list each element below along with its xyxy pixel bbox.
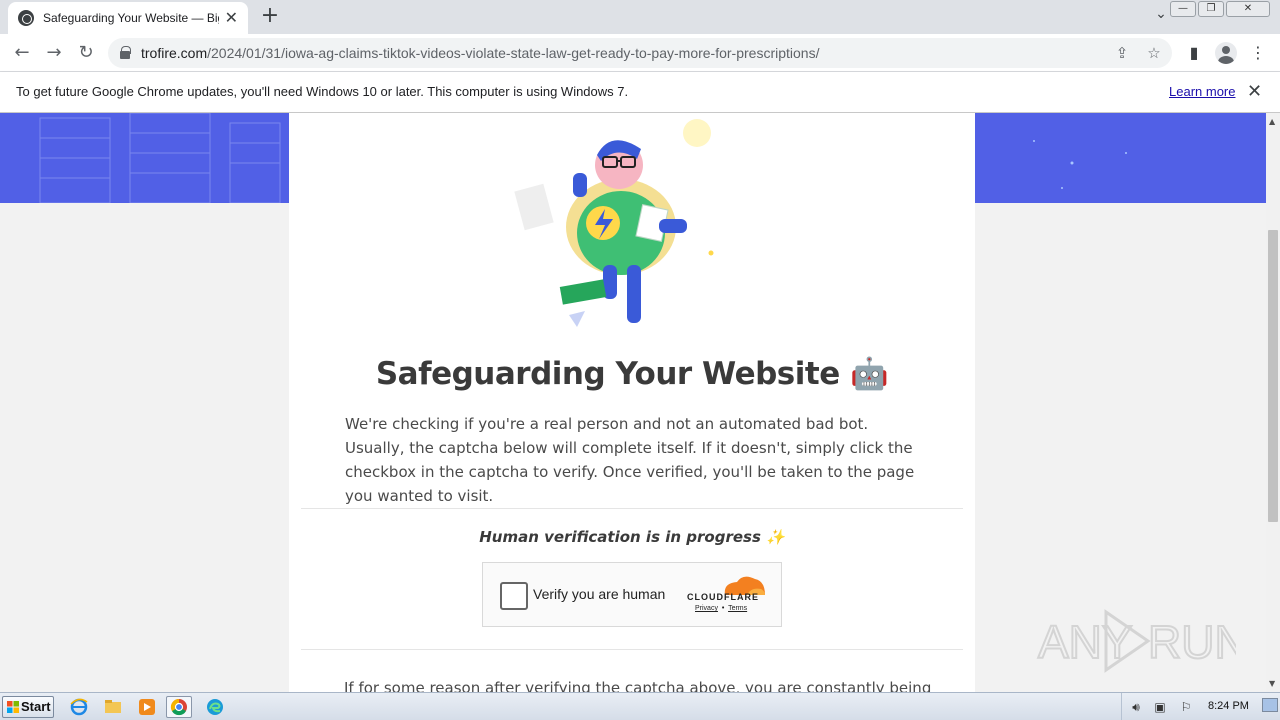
divider — [301, 649, 963, 650]
vertical-scrollbar[interactable]: ▲ ▼ — [1266, 113, 1280, 692]
windows-flag-icon — [7, 701, 19, 713]
start-label: Start — [21, 699, 51, 714]
media-player-icon[interactable] — [134, 696, 160, 718]
globe-icon — [18, 10, 34, 26]
divider — [301, 508, 963, 509]
tab-close-icon[interactable]: ✕ — [225, 10, 238, 26]
checkbox-label[interactable]: Verify you are human — [533, 586, 665, 602]
url-path: /2024/01/31/iowa-ag-claims-tiktok-videos… — [207, 45, 820, 61]
system-tray: 🔊︎ ▣ ⚐ — [1121, 693, 1191, 720]
browser-tab-active[interactable]: Safeguarding Your Website — BigScoots ✕ — [8, 2, 248, 34]
cloudflare-turnstile-widget: Verify you are human CLOUDFLARE Privacy … — [482, 562, 782, 627]
privacy-link[interactable]: Privacy — [695, 605, 718, 612]
learn-more-link[interactable]: Learn more — [1169, 84, 1235, 99]
sparkle-dots-decoration — [1033, 140, 1127, 189]
kebab-menu-icon[interactable]: ⋮ — [1247, 42, 1269, 64]
share-icon[interactable]: ⇪ — [1112, 43, 1132, 63]
browser-toolbar: ← → ↻ trofire.com/2024/01/31/iowa-ag-cla… — [0, 34, 1280, 72]
watermark-text-right: RUN — [1148, 616, 1236, 668]
scroll-up-arrow-icon[interactable]: ▲ — [1269, 117, 1275, 126]
bookmark-star-icon[interactable]: ☆ — [1144, 43, 1164, 63]
intro-paragraph: We're checking if you're a real person a… — [345, 415, 915, 505]
scroll-thumb[interactable] — [1268, 230, 1278, 522]
back-arrow-icon[interactable]: ← — [9, 40, 35, 66]
link-separator: • — [721, 605, 725, 612]
terms-link[interactable]: Terms — [728, 605, 747, 612]
edge-icon[interactable] — [202, 696, 228, 718]
start-button[interactable]: Start — [2, 696, 54, 718]
forward-arrow-icon[interactable]: → — [41, 40, 67, 66]
chrome-icon[interactable] — [166, 696, 192, 718]
infobar-close-icon[interactable]: ✕ — [1247, 81, 1262, 102]
cloudflare-wordmark: CLOUDFLARE — [687, 592, 759, 602]
url-text[interactable]: trofire.com/2024/01/31/iowa-ag-claims-ti… — [141, 45, 819, 61]
browser-titlebar: Safeguarding Your Website — BigScoots ✕ … — [0, 0, 1280, 34]
challenge-card: Safeguarding Your Website 🤖 We're checki… — [289, 113, 975, 692]
lock-icon[interactable] — [120, 46, 131, 59]
tab-title: Safeguarding Your Website — BigScoots — [43, 11, 219, 25]
window-controls: — ❐ ✕ — [1168, 1, 1270, 17]
url-host: trofire.com — [141, 45, 208, 61]
infobar-message: To get future Google Chrome updates, you… — [16, 84, 629, 99]
restore-button[interactable]: ❐ — [1198, 1, 1224, 17]
captcha-links: Privacy • Terms — [695, 605, 747, 612]
minimize-button[interactable]: — — [1170, 1, 1196, 17]
profile-avatar-icon[interactable] — [1215, 42, 1237, 64]
speaker-icon[interactable]: 🔊︎ — [1128, 699, 1144, 715]
server-rack-illustration — [39, 113, 281, 203]
file-explorer-icon[interactable] — [100, 696, 126, 718]
windows-taskbar: Start 🔊︎ ▣ ⚐ 8:24 PM — [0, 692, 1280, 720]
action-center-flag-icon[interactable]: ⚐ — [1178, 699, 1194, 715]
page-title: Safeguarding Your Website 🤖 — [375, 356, 889, 392]
show-desktop-button[interactable] — [1262, 698, 1278, 712]
update-infobar: To get future Google Chrome updates, you… — [0, 72, 1280, 113]
verification-status: Human verification is in progress ✨ — [479, 528, 785, 546]
close-window-button[interactable]: ✕ — [1226, 1, 1270, 17]
network-icon[interactable]: ▣ — [1152, 699, 1168, 715]
new-tab-button[interactable]: + — [258, 5, 282, 29]
scroll-down-arrow-icon[interactable]: ▼ — [1269, 679, 1275, 688]
address-bar[interactable]: trofire.com/2024/01/31/iowa-ag-claims-ti… — [108, 38, 1172, 68]
reload-icon[interactable]: ↻ — [73, 40, 99, 66]
anyrun-watermark-logo: ANY RUN — [1037, 609, 1236, 673]
footer-paragraph: If for some reason after verifying the c… — [344, 679, 932, 692]
taskbar-clock[interactable]: 8:24 PM — [1208, 700, 1249, 712]
verify-human-checkbox[interactable] — [500, 582, 528, 610]
internet-explorer-icon[interactable] — [66, 696, 92, 718]
side-panel-icon[interactable]: ▮ — [1183, 42, 1205, 64]
superhero-mascot-illustration — [514, 119, 714, 327]
